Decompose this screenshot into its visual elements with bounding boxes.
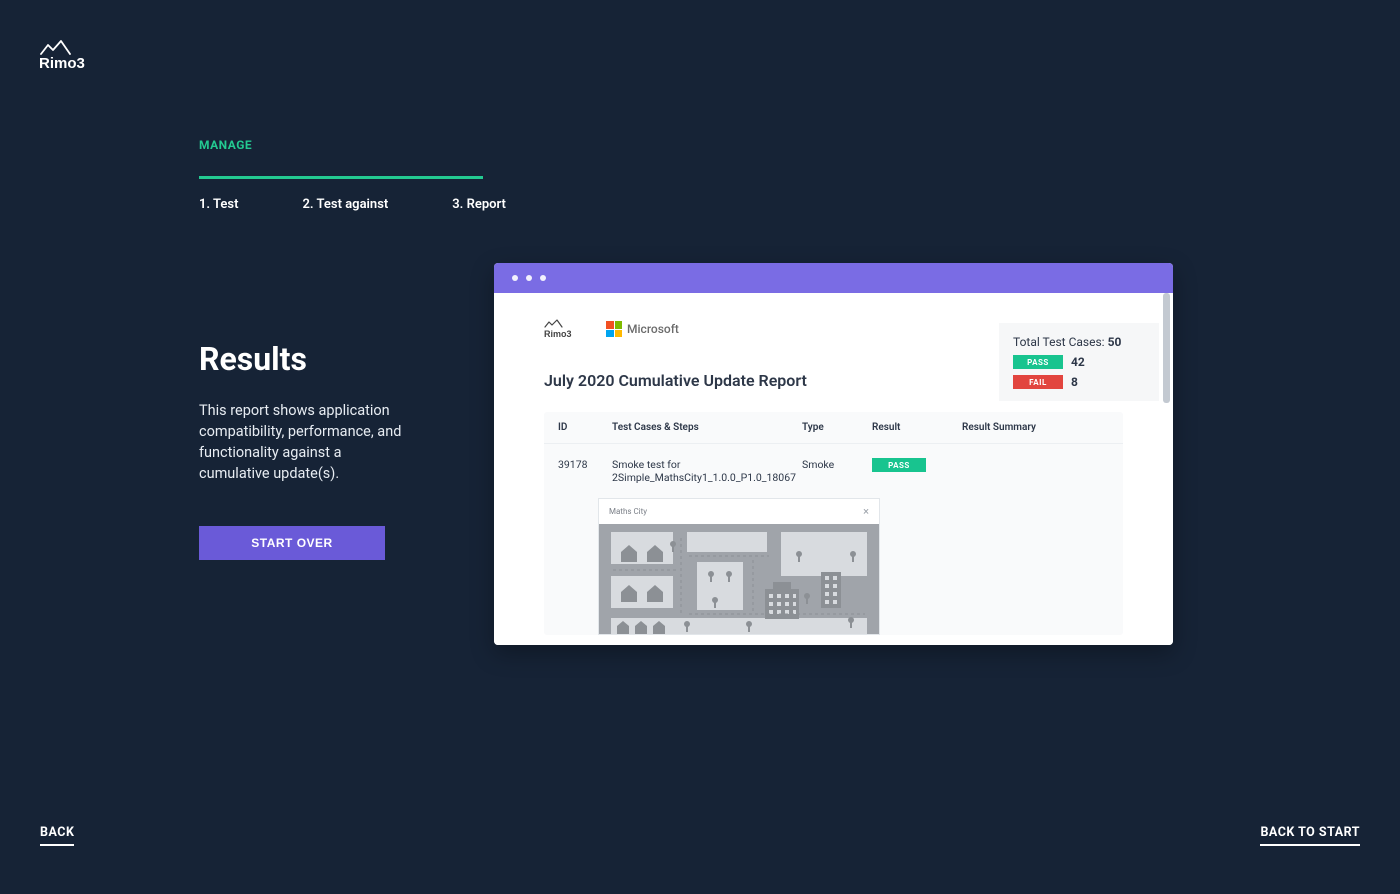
traffic-light-icon (512, 275, 518, 281)
col-steps: Test Cases & Steps (612, 422, 802, 433)
total-test-cases: Total Test Cases: 50 (1013, 335, 1145, 349)
fail-badge: FAIL (1013, 375, 1063, 389)
col-result: Result (872, 422, 962, 433)
app-screenshot: Maths City × (598, 498, 880, 635)
cell-name: Smoke test for 2Simple_MathsCity1_1.0.0_… (612, 458, 802, 484)
page-title: Results (199, 340, 483, 378)
report-preview: Rimo3 Microsoft July 2020 Cumulative Upd… (494, 263, 1173, 645)
pass-badge: PASS (1013, 355, 1063, 369)
col-id: ID (558, 422, 612, 433)
tab-underline (199, 176, 483, 179)
microsoft-icon (606, 321, 622, 337)
start-over-button[interactable]: START OVER (199, 526, 385, 560)
section-tab-label: MANAGE (199, 138, 483, 152)
app-title: Maths City (609, 507, 647, 516)
pass-pill: PASS (872, 458, 926, 472)
step-2: 2. Test against (302, 197, 388, 212)
svg-text:Rimo3: Rimo3 (544, 329, 572, 339)
step-3: 3. Report (452, 197, 506, 212)
page-description: This report shows application compatibil… (199, 400, 409, 484)
svg-text:Rimo3: Rimo3 (39, 55, 85, 70)
traffic-light-icon (540, 275, 546, 281)
results-table: ID Test Cases & Steps Type Result Result… (544, 412, 1123, 635)
cell-result: PASS (872, 458, 962, 472)
pass-row: PASS 42 (1013, 355, 1145, 369)
window-titlebar (494, 263, 1173, 293)
traffic-light-icon (526, 275, 532, 281)
table-header: ID Test Cases & Steps Type Result Result… (544, 412, 1123, 444)
back-link[interactable]: BACK (40, 825, 74, 846)
fail-row: FAIL 8 (1013, 375, 1145, 389)
cell-type: Smoke (802, 458, 872, 471)
step-1: 1. Test (199, 197, 238, 212)
microsoft-logo: Microsoft (606, 321, 679, 337)
col-type: Type (802, 422, 872, 433)
brand-logo: Rimo3 (39, 40, 105, 70)
rimo3-logo-icon: Rimo3 (544, 319, 584, 339)
back-to-start-link[interactable]: BACK TO START (1260, 825, 1360, 846)
test-summary-card: Total Test Cases: 50 PASS 42 FAIL 8 (999, 323, 1159, 401)
close-icon: × (863, 505, 869, 518)
fail-count: 8 (1071, 375, 1078, 389)
table-row: 39178 Smoke test for 2Simple_MathsCity1_… (544, 444, 1123, 492)
wizard-steps: 1. Test 2. Test against 3. Report (199, 197, 483, 212)
pass-count: 42 (1071, 355, 1085, 369)
col-summary: Result Summary (962, 422, 1109, 433)
cell-id: 39178 (558, 458, 612, 471)
app-map-illustration (599, 524, 879, 634)
microsoft-label: Microsoft (627, 322, 679, 336)
